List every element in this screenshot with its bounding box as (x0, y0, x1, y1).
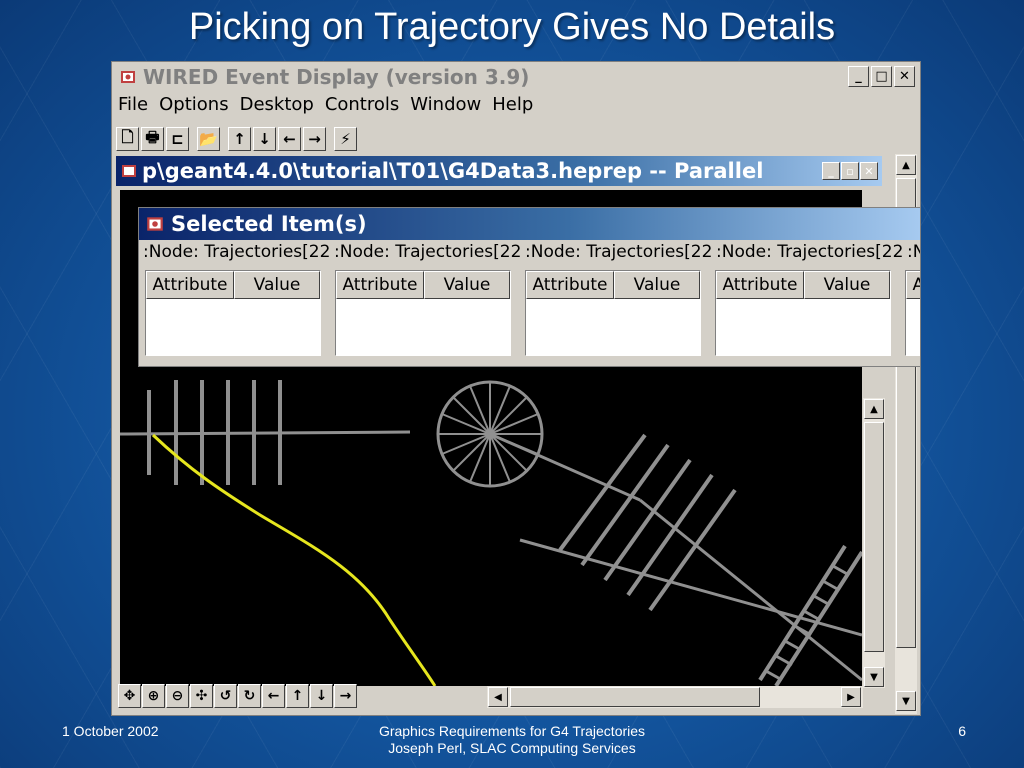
attribute-column-header[interactable]: Attribute (716, 271, 804, 299)
wired-app-icon (121, 71, 135, 83)
scroll-left-button[interactable]: ◀ (488, 687, 508, 707)
zoom-out-icon[interactable]: ⊖ (166, 684, 189, 708)
tab-node-2[interactable]: :Node: Trajectories[22 (334, 242, 525, 262)
menu-help[interactable]: Help (492, 94, 533, 115)
maximize-button[interactable]: □ (871, 66, 892, 87)
view-arrow-right-icon[interactable]: → (334, 684, 357, 708)
attribute-table: Attribute (905, 270, 920, 356)
beam-line (120, 430, 411, 436)
inner-minimize-button[interactable]: _ (822, 162, 840, 180)
print-icon[interactable]: 🖶 (141, 127, 164, 151)
ladder-detector (758, 544, 862, 686)
outer-scroll-down-button[interactable]: ▼ (896, 691, 916, 711)
app-title: WIRED Event Display (version 3.9) (143, 65, 530, 89)
selected-items-dialog: Selected Item(s) :Node: Trajectories[22 … (138, 207, 921, 367)
slide-title: Picking on Trajectory Gives No Details (188, 6, 836, 48)
heprep-file-icon (122, 165, 136, 177)
move-icon[interactable]: ✥ (118, 684, 141, 708)
attribute-column-header[interactable]: Attribute (146, 271, 234, 299)
scroll-thumb[interactable] (864, 422, 884, 652)
canvas-horizontal-scrollbar[interactable]: ◀ ▶ (487, 686, 863, 708)
slanted-planes (558, 433, 737, 612)
canvas-vertical-scrollbar[interactable]: ▲ ▼ (863, 398, 885, 688)
value-column-header[interactable]: Value (424, 271, 510, 299)
rotate-right-icon[interactable]: ↻ (238, 684, 261, 708)
scroll-up-button[interactable]: ▲ (864, 399, 884, 419)
footer-author: Joseph Perl, SLAC Computing Services (388, 740, 636, 756)
scroll-down-button[interactable]: ▼ (864, 667, 884, 687)
selected-dialog-titlebar[interactable]: Selected Item(s) (139, 208, 920, 240)
tab-node-5[interactable]: :N (907, 242, 920, 262)
menu-controls[interactable]: Controls (325, 94, 399, 115)
value-column-header[interactable]: Value (234, 271, 320, 299)
minimize-button[interactable]: _ (848, 66, 869, 87)
scroll-right-button[interactable]: ▶ (841, 687, 861, 707)
view-arrow-up-icon[interactable]: ↑ (286, 684, 309, 708)
app-titlebar[interactable]: WIRED Event Display (version 3.9) _ □ ✕ (113, 63, 919, 91)
tree-icon[interactable]: ⊏ (166, 127, 189, 151)
rotate-left-icon[interactable]: ↺ (214, 684, 237, 708)
attribute-table: Attribute Value (525, 270, 701, 356)
tab-node-1[interactable]: :Node: Trajectories[22 (143, 242, 334, 262)
outer-scroll-up-button[interactable]: ▲ (896, 155, 916, 175)
selected-dialog-title: Selected Item(s) (171, 212, 367, 236)
close-button[interactable]: ✕ (894, 66, 915, 87)
open-folder-icon[interactable]: 📂 (197, 127, 220, 151)
hscroll-thumb[interactable] (510, 687, 760, 707)
attribute-table: Attribute Value (145, 270, 321, 356)
attribute-column-header[interactable]: Attribute (906, 271, 920, 299)
pan-icon[interactable]: ✣ (190, 684, 213, 708)
attribute-column-header[interactable]: Attribute (526, 271, 614, 299)
main-toolbar: 🗋 🖶 ⊏ 📂 ↑ ↓ ← → ⚡ (116, 124, 357, 154)
inner-close-button[interactable]: ✕ (860, 162, 878, 180)
zoom-in-icon[interactable]: ⊕ (142, 684, 165, 708)
value-column-header[interactable]: Value (614, 271, 700, 299)
menu-options[interactable]: Options (159, 94, 228, 115)
tab-node-4[interactable]: :Node: Trajectories[22 (716, 242, 907, 262)
footer-talk-title: Graphics Requirements for G4 Trajectorie… (378, 723, 646, 739)
attribute-column-header[interactable]: Attribute (336, 271, 424, 299)
attribute-table: Attribute Value (715, 270, 891, 356)
footer-center: Graphics Requirements for G4 Trajectorie… (0, 723, 1024, 757)
attribute-table: Attribute Value (335, 270, 511, 356)
node-tabs: :Node: Trajectories[22 :Node: Trajectori… (143, 242, 920, 262)
wired-app-window: WIRED Event Display (version 3.9) _ □ ✕ … (111, 61, 921, 716)
inner-titlebar[interactable]: p\geant4.4.0\tutorial\T01\G4Data3.heprep… (116, 156, 882, 186)
menu-window[interactable]: Window (410, 94, 481, 115)
menu-bar: File Options Desktop Controls Window Hel… (118, 94, 533, 115)
inner-window-title: p\geant4.4.0\tutorial\T01\G4Data3.heprep… (142, 159, 764, 183)
menu-desktop[interactable]: Desktop (240, 94, 314, 115)
dialog-app-icon (147, 217, 163, 231)
view-toolbar: ✥ ⊕ ⊖ ✣ ↺ ↻ ← ↑ ↓ → (118, 684, 357, 708)
view-arrow-left-icon[interactable]: ← (262, 684, 285, 708)
value-column-header[interactable]: Value (804, 271, 890, 299)
arrow-down-icon[interactable]: ↓ (253, 127, 276, 151)
menu-file[interactable]: File (118, 94, 148, 115)
picked-trajectory[interactable] (151, 433, 437, 686)
wheel-detector (436, 380, 544, 488)
wand-icon[interactable]: ⚡ (334, 127, 357, 151)
page-number: 6 (958, 723, 966, 739)
tab-node-3[interactable]: :Node: Trajectories[22 (525, 242, 716, 262)
view-arrow-down-icon[interactable]: ↓ (310, 684, 333, 708)
arrow-left-icon[interactable]: ← (278, 127, 301, 151)
inner-restore-button[interactable]: ▫ (841, 162, 859, 180)
arrow-up-icon[interactable]: ↑ (228, 127, 251, 151)
arrow-right-icon[interactable]: → (303, 127, 326, 151)
new-icon[interactable]: 🗋 (116, 127, 139, 151)
